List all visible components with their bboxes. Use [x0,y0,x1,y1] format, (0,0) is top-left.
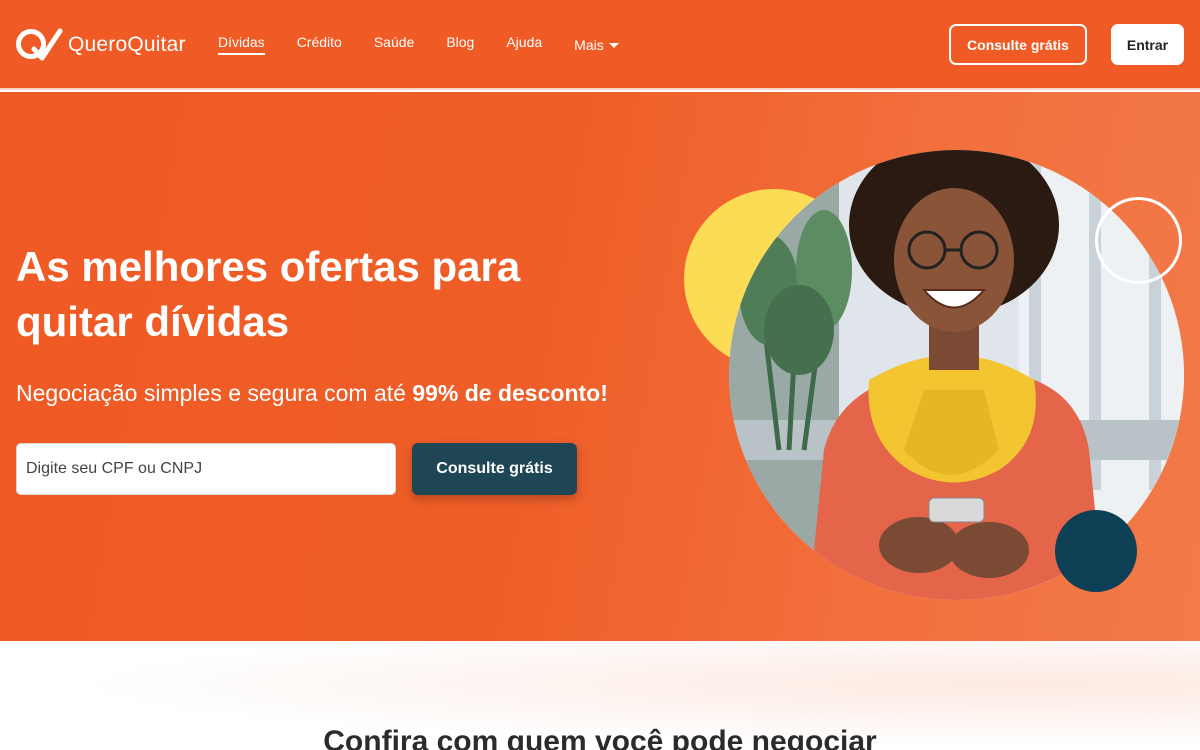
hero-subtitle-highlight: 99% de desconto! [412,380,608,406]
nav-item-mais-label: Mais [574,37,604,53]
hero-consulte-button[interactable]: Consulte grátis [412,443,577,495]
hero-section: As melhores ofertas para quitar dívidas … [0,92,1200,641]
header-consulte-button[interactable]: Consulte grátis [949,24,1087,65]
logo[interactable]: QueroQuitar [15,27,186,63]
section-title: Confira com quem você pode negociar [323,725,877,750]
hero-title: As melhores ofertas para quitar dívidas [16,243,521,345]
nav-item-dividas[interactable]: Dívidas [218,34,265,55]
hero-subtitle: Negociação simples e segura com até 99% … [16,380,608,407]
main-nav: Dívidas Crédito Saúde Blog Ajuda Mais [218,34,651,56]
partners-section: Confira com quem você pode negociar [0,641,1200,750]
nav-item-credito[interactable]: Crédito [297,34,342,53]
chevron-down-icon [608,42,619,48]
site-header: QueroQuitar Dívidas Crédito Saúde Blog A… [0,0,1200,90]
login-button[interactable]: Entrar [1111,24,1184,65]
hero-subtitle-text: Negociação simples e segura com até [16,380,413,406]
decorative-ring-circle [1095,197,1182,284]
nav-item-mais[interactable]: Mais [574,37,619,56]
logo-text: QueroQuitar [68,33,186,56]
nav-item-ajuda[interactable]: Ajuda [506,34,542,53]
queroquitar-logo-icon [16,28,63,61]
nav-item-saude[interactable]: Saúde [374,34,414,53]
decorative-navy-circle [1055,510,1137,592]
cpf-cnpj-input[interactable] [16,443,396,495]
nav-item-blog[interactable]: Blog [446,34,474,53]
